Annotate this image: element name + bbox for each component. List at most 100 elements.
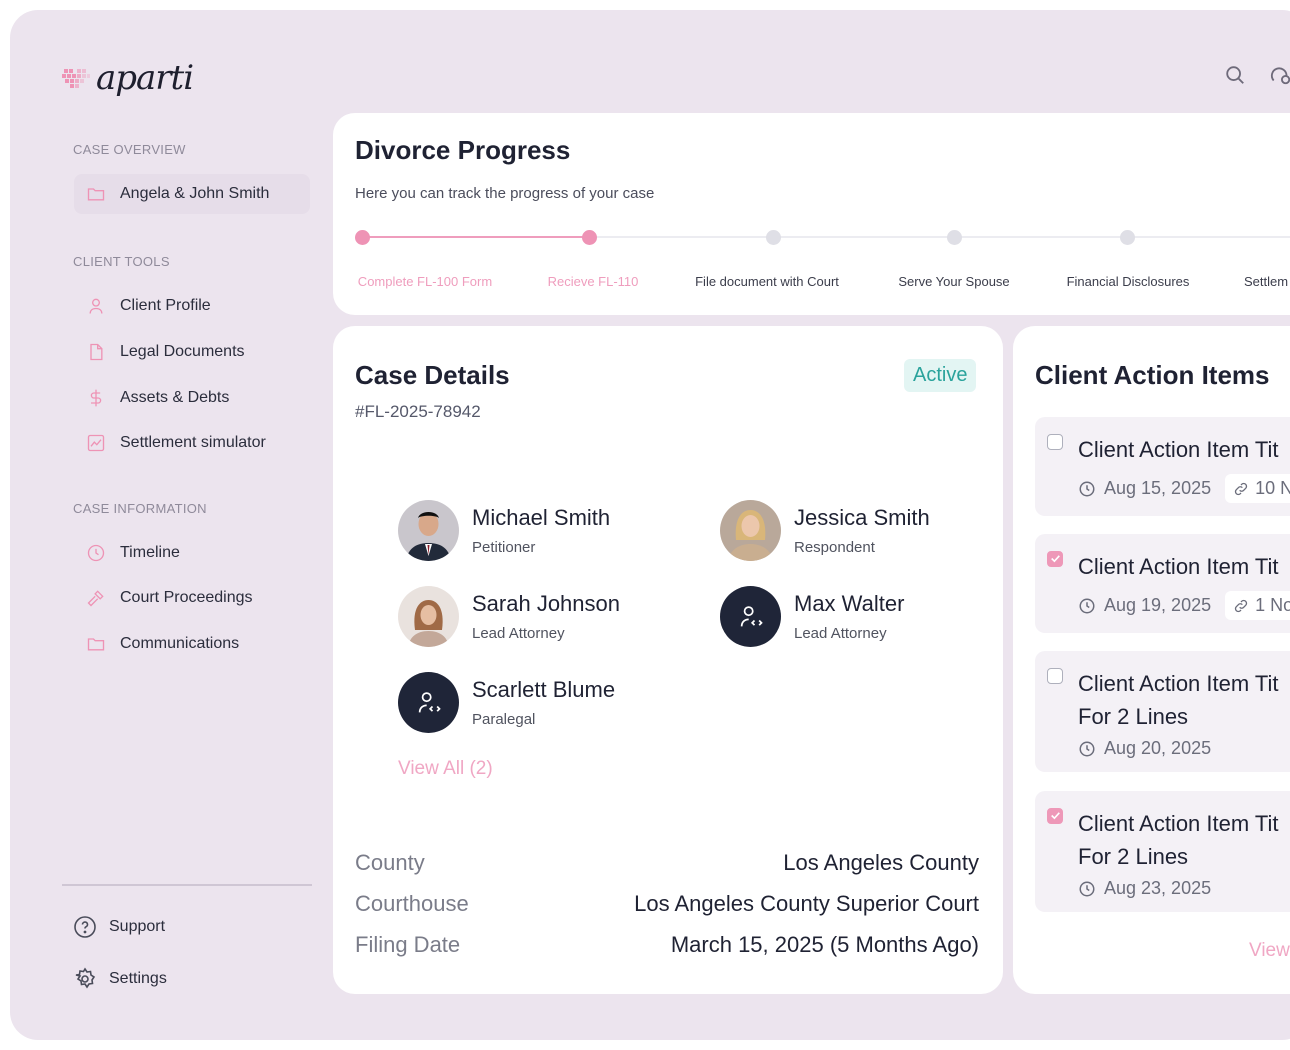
action-checkbox[interactable] (1047, 808, 1063, 824)
info-key: County (355, 850, 425, 875)
chart-icon (87, 434, 105, 452)
sidebar-item-label: Angela & John Smith (120, 185, 270, 202)
top-toolbar (1224, 64, 1290, 86)
person-name: Sarah Johnson (472, 591, 620, 616)
support-label: Support (109, 918, 166, 935)
action-checkbox[interactable] (1047, 551, 1063, 567)
step-dot-3[interactable] (766, 230, 781, 245)
action-date: Aug 20, 2025 (1104, 738, 1212, 758)
link-icon (1234, 482, 1248, 495)
person-name: Jessica Smith (794, 505, 930, 530)
action-date: Aug 23, 2025 (1104, 878, 1212, 898)
step-dot-4[interactable] (947, 230, 962, 245)
progress-subtitle: Here you can track the progress of your … (355, 185, 655, 202)
notifications-icon[interactable] (1270, 64, 1290, 86)
person-jessica-smith[interactable]: Jessica Smith Respondent (720, 500, 930, 561)
info-key: Courthouse (355, 891, 469, 916)
sidebar-item-assets-debts[interactable]: Assets & Debts (74, 378, 310, 418)
brand-logo[interactable]: aparti (62, 58, 194, 98)
avatar-placeholder-icon (720, 586, 781, 647)
case-details-title: Case Details (355, 360, 510, 390)
step-dot-5[interactable] (1120, 230, 1135, 245)
avatar (398, 500, 459, 561)
heart-logo-icon (62, 69, 90, 88)
sidebar-item-label: Timeline (120, 544, 180, 561)
action-item[interactable]: Client Action Item Tit Aug 15, 2025 10 N (1035, 417, 1290, 516)
action-date: Aug 15, 2025 (1104, 478, 1212, 498)
clock-icon (87, 544, 105, 562)
link-count: 10 N (1255, 478, 1290, 498)
link-chip[interactable]: 1 No (1225, 591, 1290, 620)
view-all-actions-link[interactable]: View (1249, 940, 1290, 962)
action-item[interactable]: Client Action Item Tit For 2 Lines Aug 2… (1035, 791, 1290, 912)
person-michael-smith[interactable]: Michael Smith Petitioner (398, 500, 610, 561)
person-role: Lead Attorney (794, 625, 887, 642)
search-icon[interactable] (1224, 64, 1246, 86)
person-name: Scarlett Blume (472, 677, 616, 702)
sidebar-item-case[interactable]: Angela & John Smith (74, 174, 310, 214)
info-value: Los Angeles County (783, 850, 979, 875)
action-title: Client Action Item Tit For 2 Lines (1078, 667, 1279, 733)
info-row-county: County Los Angeles County (355, 850, 979, 876)
link-chip[interactable]: 10 N (1225, 474, 1290, 503)
view-all-link[interactable]: View All (2) (398, 758, 493, 780)
person-role: Petitioner (472, 539, 536, 556)
person-name: Max Walter (794, 591, 905, 616)
person-scarlett-blume[interactable]: Scarlett Blume Paralegal (398, 672, 615, 733)
clock-icon (1079, 881, 1095, 896)
clock-icon (1079, 741, 1095, 756)
person-name: Michael Smith (472, 505, 611, 530)
step-label-4: Serve Your Spouse (898, 274, 1010, 289)
step-dot-2[interactable] (582, 230, 597, 245)
action-title-line-1: Client Action Item Tit (1078, 811, 1279, 836)
sidebar-item-label: Legal Documents (120, 343, 245, 360)
section-heading-client-tools: CLIENT TOOLS (73, 254, 170, 269)
action-checkbox[interactable] (1047, 668, 1063, 684)
action-title-line-1: Client Action Item Tit (1078, 671, 1279, 696)
section-heading-case-information: CASE INFORMATION (73, 501, 207, 516)
settings-link[interactable]: Settings (73, 967, 167, 991)
clock-icon (1079, 598, 1095, 613)
link-count: 1 No (1255, 595, 1290, 615)
step-dot-1[interactable] (355, 230, 370, 245)
action-title: Client Action Item Tit For 2 Lines (1078, 807, 1279, 873)
action-date: Aug 19, 2025 (1104, 595, 1212, 615)
case-details-card: Case Details Active #FL-2025-78942 Micha… (333, 326, 1003, 994)
action-title-line-2: For 2 Lines (1078, 704, 1189, 729)
progress-track-fill (362, 236, 589, 238)
person-max-walter[interactable]: Max Walter Lead Attorney (720, 586, 904, 647)
sidebar-item-settlement-simulator[interactable]: Settlement simulator (74, 423, 310, 463)
settings-label: Settings (109, 970, 167, 987)
progress-title: Divorce Progress (355, 135, 571, 165)
action-items-title: Client Action Items (1035, 360, 1270, 390)
info-key: Filing Date (355, 932, 461, 957)
avatar (720, 500, 781, 561)
support-link[interactable]: Support (73, 915, 165, 939)
info-value: Los Angeles County Superior Court (634, 891, 979, 916)
action-checkbox[interactable] (1047, 434, 1063, 450)
sidebar-item-label: Settlement simulator (120, 434, 266, 451)
step-label-1: Complete FL-100 Form (357, 274, 493, 289)
action-item[interactable]: Client Action Item Tit For 2 Lines Aug 2… (1035, 651, 1290, 772)
person-sarah-johnson[interactable]: Sarah Johnson Lead Attorney (398, 586, 620, 647)
sidebar-item-communications[interactable]: Communications (74, 624, 310, 664)
action-item[interactable]: Client Action Item Tit Aug 19, 2025 1 No (1035, 534, 1290, 633)
action-meta: Aug 19, 2025 1 No (1078, 591, 1290, 620)
client-action-items-card: Client Action Items Client Action Item T… (1013, 326, 1290, 994)
sidebar-item-label: Assets & Debts (120, 389, 230, 406)
info-row-filing-date: Filing Date March 15, 2025 (5 Months Ago… (355, 932, 979, 958)
section-heading-case-overview: CASE OVERVIEW (73, 142, 186, 157)
person-role: Lead Attorney (472, 625, 565, 642)
avatar-placeholder-icon (398, 672, 459, 733)
sidebar-item-legal-documents[interactable]: Legal Documents (74, 332, 310, 372)
sidebar-item-court-proceedings[interactable]: Court Proceedings (74, 578, 310, 618)
user-icon (89, 298, 103, 314)
sidebar-item-client-profile[interactable]: Client Profile (74, 286, 310, 326)
step-label-2: Recieve FL-110 (547, 274, 639, 289)
action-meta: Aug 23, 2025 (1078, 878, 1211, 899)
brand-name: aparti (96, 58, 194, 98)
app-shell: aparti CASE OVERVIEW Angela & John Smith… (10, 10, 1290, 1040)
step-label-5: Financial Disclosures (1066, 274, 1190, 289)
clock-icon (1079, 481, 1095, 496)
sidebar-item-timeline[interactable]: Timeline (74, 533, 310, 573)
